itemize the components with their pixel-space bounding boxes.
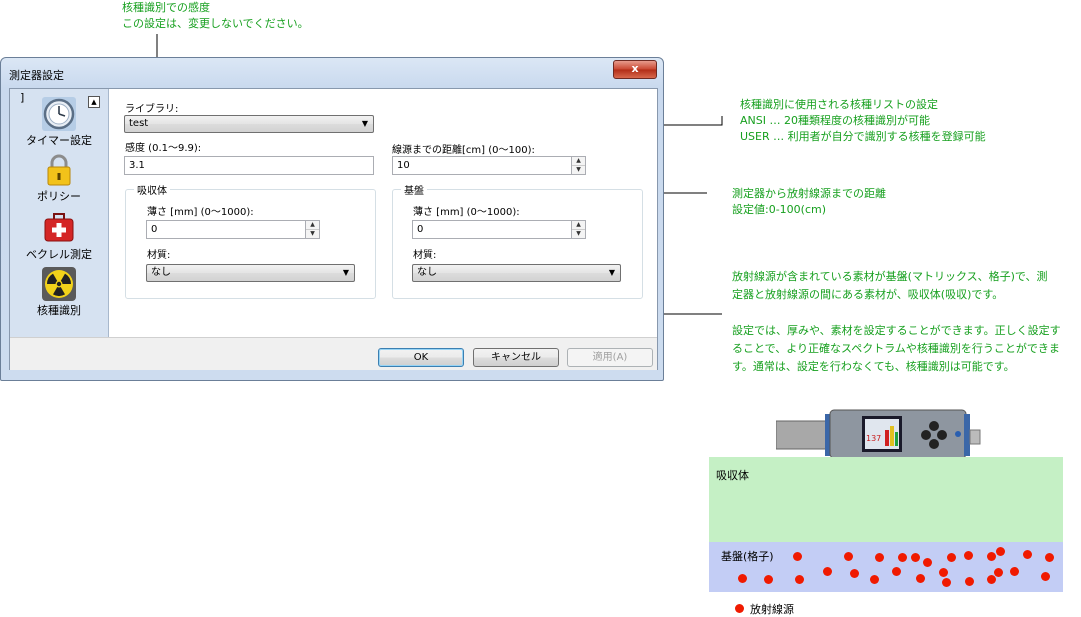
source-dot [964,551,973,560]
sidebar-item-label: ポリシー [37,190,81,203]
source-dot [1023,550,1032,559]
absorber-thickness-input[interactable]: 0 [146,220,306,239]
substrate-material-value: なし [417,267,437,278]
cancel-button[interactable]: キャンセル [473,348,559,367]
spin-down-icon[interactable]: ▼ [572,230,585,238]
substrate-layer-label: 基盤(格子) [721,550,774,563]
source-dot [916,574,925,583]
legend-label: 放射線源 [750,603,794,616]
material-annotation: 放射線源が含まれている素材が基盤(マトリックス、格子)で、測 定器と放射線源の間… [732,270,1061,373]
sidebar: ] ▲ タイマー設定 ポリシー ベクレル測定 核種識別 [10,89,109,337]
sidebar-item-label: ベクレル測定 [26,248,92,261]
library-label: ライブラリ: [125,104,179,115]
source-dot [844,552,853,561]
substrate-thickness-input[interactable]: 0 [412,220,572,239]
distance-input[interactable]: 10 [392,156,572,175]
source-dot [870,575,879,584]
sensitivity-annotation: 核種識別での感度 この設定は、変更しないでください。 [122,1,309,30]
substrate-group-title: 基盤 [401,182,427,197]
substrate-material-label: 材質: [413,250,437,261]
chevron-down-icon: ▼ [342,268,349,277]
substrate-material-select[interactable]: なし ▼ [412,264,621,282]
substrate-thickness-label: 薄さ [mm] (0〜1000): [413,207,520,218]
source-dot [947,553,956,562]
source-dot [987,575,996,584]
spin-up-icon[interactable]: ▲ [306,221,319,230]
first-aid-kit-icon [44,213,74,242]
library-select[interactable]: test ▼ [124,115,374,133]
lock-icon [47,154,71,186]
source-dot [1041,572,1050,581]
source-dot [738,574,747,583]
source-dot [994,568,1003,577]
source-dot [965,577,974,586]
source-dot [850,569,859,578]
absorber-material-label: 材質: [147,250,171,261]
absorber-layer: 吸収体 [709,457,1063,542]
substrate-layer: 基盤(格子) [709,542,1063,592]
sidebar-item-label: タイマー設定 [26,134,92,147]
source-dot [1010,567,1019,576]
library-value: test [129,118,149,129]
absorber-layer-label: 吸収体 [716,469,749,482]
chevron-down-icon: ▼ [608,268,615,277]
ok-button[interactable]: OK [378,348,464,367]
legend-source-dot [735,604,744,613]
absorber-material-value: なし [151,267,171,278]
source-dot [942,578,951,587]
source-dot [875,553,884,562]
source-dot [1045,553,1054,562]
close-icon: x [631,62,639,75]
source-dot [793,552,802,561]
source-dot [923,558,932,567]
close-button[interactable]: x [613,60,657,79]
sidebar-item-label: 核種識別 [37,304,81,317]
radiation-icon [42,267,76,301]
sensitivity-input[interactable]: 3.1 [124,156,374,175]
clock-icon [42,97,76,131]
absorber-thickness-label: 薄さ [mm] (0〜1000): [147,207,254,218]
detector-device-illustration: 137 [776,409,981,459]
sidebar-item-timer[interactable]: タイマー設定 [10,97,108,148]
settings-pane: ライブラリ: test ▼ 感度 (0.1〜9.9): 3.1 線源までの距離[… [109,89,657,337]
device-reading: 137 [866,434,881,443]
sidebar-item-becquerel[interactable]: ベクレル測定 [10,211,108,262]
distance-annotation: 測定器から放射線源までの距離 設定値:0-100(cm) [732,187,886,216]
apply-button[interactable]: 適用(A) [567,348,653,367]
dialog-client: ] ▲ タイマー設定 ポリシー ベクレル測定 核種識別 ライブラリ: test … [9,88,658,370]
absorber-material-select[interactable]: なし ▼ [146,264,355,282]
source-dot [795,575,804,584]
dialog-footer: OK キャンセル 適用(A) [10,337,657,370]
source-dot [823,567,832,576]
source-dot [939,568,948,577]
source-dot [911,553,920,562]
source-dot [996,547,1005,556]
window-title: 測定器設定 [9,69,64,82]
absorber-thickness-stepper[interactable]: ▲ ▼ [305,220,320,239]
spin-down-icon[interactable]: ▼ [306,230,319,238]
sensitivity-label: 感度 (0.1〜9.9): [125,143,202,154]
substrate-thickness-stepper[interactable]: ▲ ▼ [571,220,586,239]
sidebar-item-policy[interactable]: ポリシー [10,153,108,204]
sidebar-item-nuclide[interactable]: 核種識別 [10,267,108,318]
source-dot [892,567,901,576]
distance-stepper[interactable]: ▲ ▼ [571,156,586,175]
spin-up-icon[interactable]: ▲ [572,221,585,230]
settings-dialog: 測定器設定 x ] ▲ タイマー設定 ポリシー ベクレル測定 核種識別 ライブラ… [0,57,664,381]
absorber-group: 吸収体 薄さ [mm] (0〜1000): 0 ▲ ▼ 材質: なし ▼ [125,182,376,299]
distance-label: 線源までの距離[cm] (0〜100): [392,145,535,156]
source-dot [987,552,996,561]
source-dot [764,575,773,584]
source-dot [898,553,907,562]
chevron-down-icon: ▼ [361,119,368,128]
spin-down-icon[interactable]: ▼ [572,166,585,174]
spin-up-icon[interactable]: ▲ [572,157,585,166]
absorber-group-title: 吸収体 [134,182,170,197]
title-bar[interactable]: 測定器設定 x [1,58,663,86]
substrate-group: 基盤 薄さ [mm] (0〜1000): 0 ▲ ▼ 材質: なし ▼ [392,182,643,299]
library-annotation: 核種識別に使用される核種リストの設定 ANSI … 20種類程度の核種識別が可能… [740,98,986,143]
